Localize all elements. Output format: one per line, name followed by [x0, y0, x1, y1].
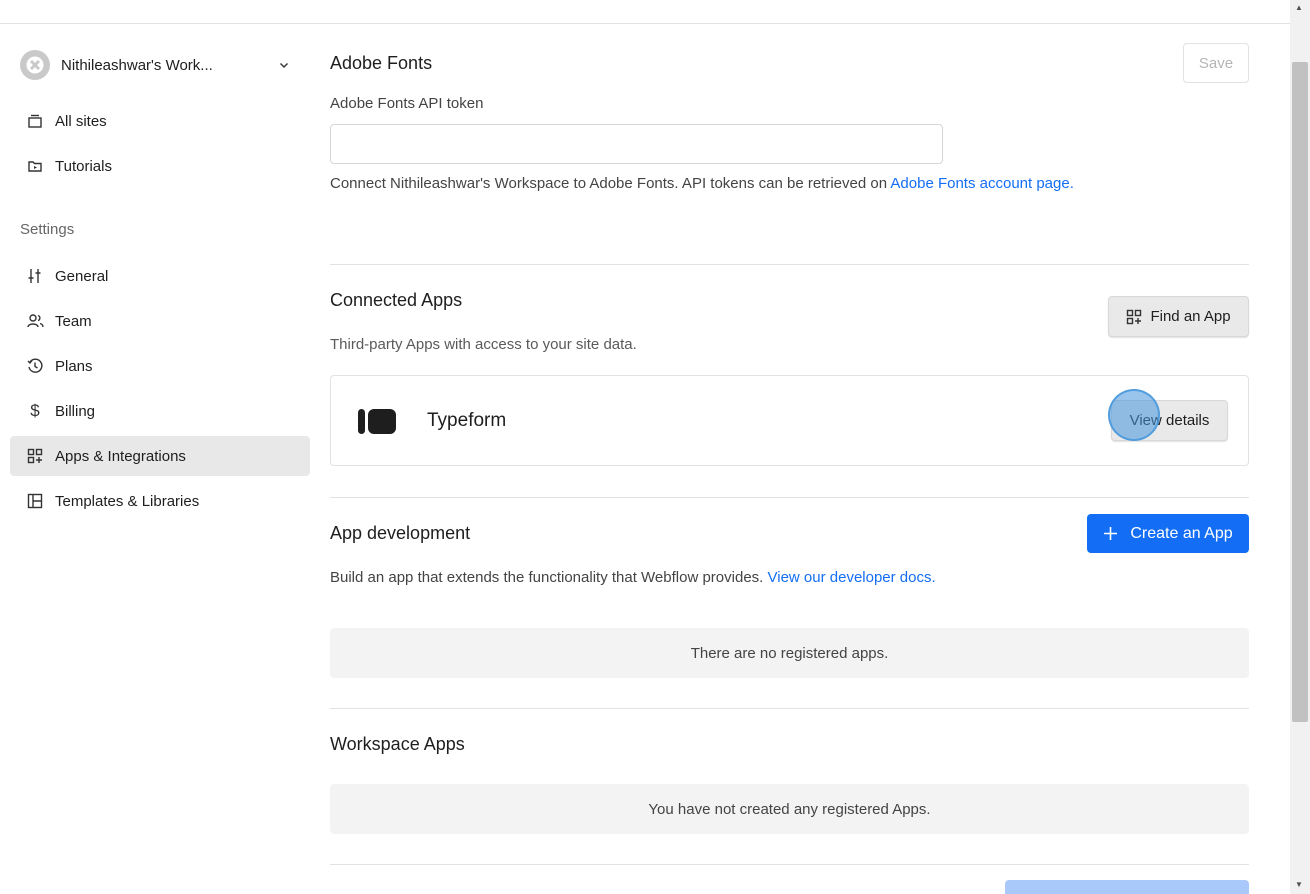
find-an-app-label: Find an App [1150, 308, 1231, 325]
sidebar-item-label: General [55, 267, 109, 285]
adobe-fonts-account-link[interactable]: Adobe Fonts account page. [890, 175, 1073, 192]
scroll-up-icon[interactable]: ▲ [1295, 3, 1303, 12]
sidebar-item-label: Apps & Integrations [55, 447, 186, 465]
sidebar-item-general[interactable]: General [10, 256, 310, 296]
app-development-description: Build an app that extends the functional… [330, 568, 950, 588]
dollar-icon: $ [30, 401, 40, 420]
divider [330, 864, 1249, 865]
adobe-fonts-description: Connect Nithileashwar's Workspace to Ado… [330, 174, 1249, 194]
adobe-fonts-title: Adobe Fonts [330, 53, 433, 73]
sidebar-item-label: All sites [55, 112, 107, 130]
find-app-icon [1126, 309, 1142, 325]
sidebar: Nithileashwar's Work... All sites Tutori… [0, 24, 320, 894]
sidebar-item-apps-integrations[interactable]: Apps & Integrations [10, 436, 310, 476]
scrollbar[interactable]: ▲ ▼ [1290, 0, 1310, 894]
workspace-name: Nithileashwar's Work... [61, 56, 213, 74]
view-details-button[interactable]: View details [1111, 400, 1228, 441]
general-sliders-icon [26, 267, 44, 285]
sidebar-item-label: Tutorials [55, 157, 112, 175]
divider [330, 708, 1249, 709]
next-section-button[interactable] [1005, 880, 1249, 894]
tutorials-icon [26, 157, 44, 175]
sidebar-item-label: Templates & Libraries [55, 492, 200, 510]
team-icon [26, 312, 44, 330]
app-development-title: App development [330, 523, 471, 543]
divider [330, 264, 1249, 265]
plus-icon [1103, 526, 1118, 541]
sidebar-item-tutorials[interactable]: Tutorials [10, 146, 310, 186]
sidebar-item-label: Billing [55, 402, 96, 420]
sidebar-item-billing[interactable]: $ Billing [10, 391, 310, 431]
apps-icon [26, 447, 44, 465]
workspace-switcher[interactable]: Nithileashwar's Work... [20, 50, 300, 80]
top-bar [0, 0, 1290, 24]
scrollbar-thumb[interactable] [1292, 62, 1308, 722]
typeform-logo-icon [358, 409, 396, 439]
sidebar-item-team[interactable]: Team [10, 301, 310, 341]
workspace-avatar-icon [20, 50, 50, 80]
create-an-app-button[interactable]: Create an App [1087, 514, 1249, 553]
connected-apps-title: Connected Apps [330, 290, 463, 310]
create-an-app-label: Create an App [1130, 524, 1233, 542]
developer-docs-link[interactable]: View our developer docs. [768, 569, 936, 586]
connected-apps-subtitle: Third-party Apps with access to your sit… [330, 336, 637, 353]
find-an-app-button[interactable]: Find an App [1108, 296, 1249, 337]
chevron-down-icon [278, 58, 290, 76]
description-text: Build an app that extends the functional… [330, 569, 768, 586]
all-sites-icon [26, 112, 44, 130]
description-text: Connect Nithileashwar's Workspace to Ado… [330, 175, 891, 192]
sidebar-item-label: Team [55, 312, 92, 330]
divider [330, 497, 1249, 498]
no-workspace-apps-message: You have not created any registered Apps… [330, 784, 1249, 834]
workspace-apps-title: Workspace Apps [330, 734, 465, 754]
sidebar-item-plans[interactable]: Plans [10, 346, 310, 386]
app-name: Typeform [427, 410, 507, 431]
sidebar-item-all-sites[interactable]: All sites [10, 101, 310, 141]
plans-icon [26, 357, 44, 375]
settings-section-label: Settings [20, 221, 75, 238]
save-button[interactable]: Save [1183, 43, 1249, 83]
connected-app-card: Typeform View details [330, 375, 1249, 466]
sidebar-item-label: Plans [55, 357, 93, 375]
token-label: Adobe Fonts API token [330, 95, 484, 112]
sidebar-item-templates-libraries[interactable]: Templates & Libraries [10, 481, 310, 521]
no-registered-apps-message: There are no registered apps. [330, 628, 1249, 678]
scroll-down-icon[interactable]: ▼ [1295, 880, 1303, 889]
templates-icon [26, 492, 44, 510]
adobe-fonts-token-input[interactable] [330, 124, 943, 164]
